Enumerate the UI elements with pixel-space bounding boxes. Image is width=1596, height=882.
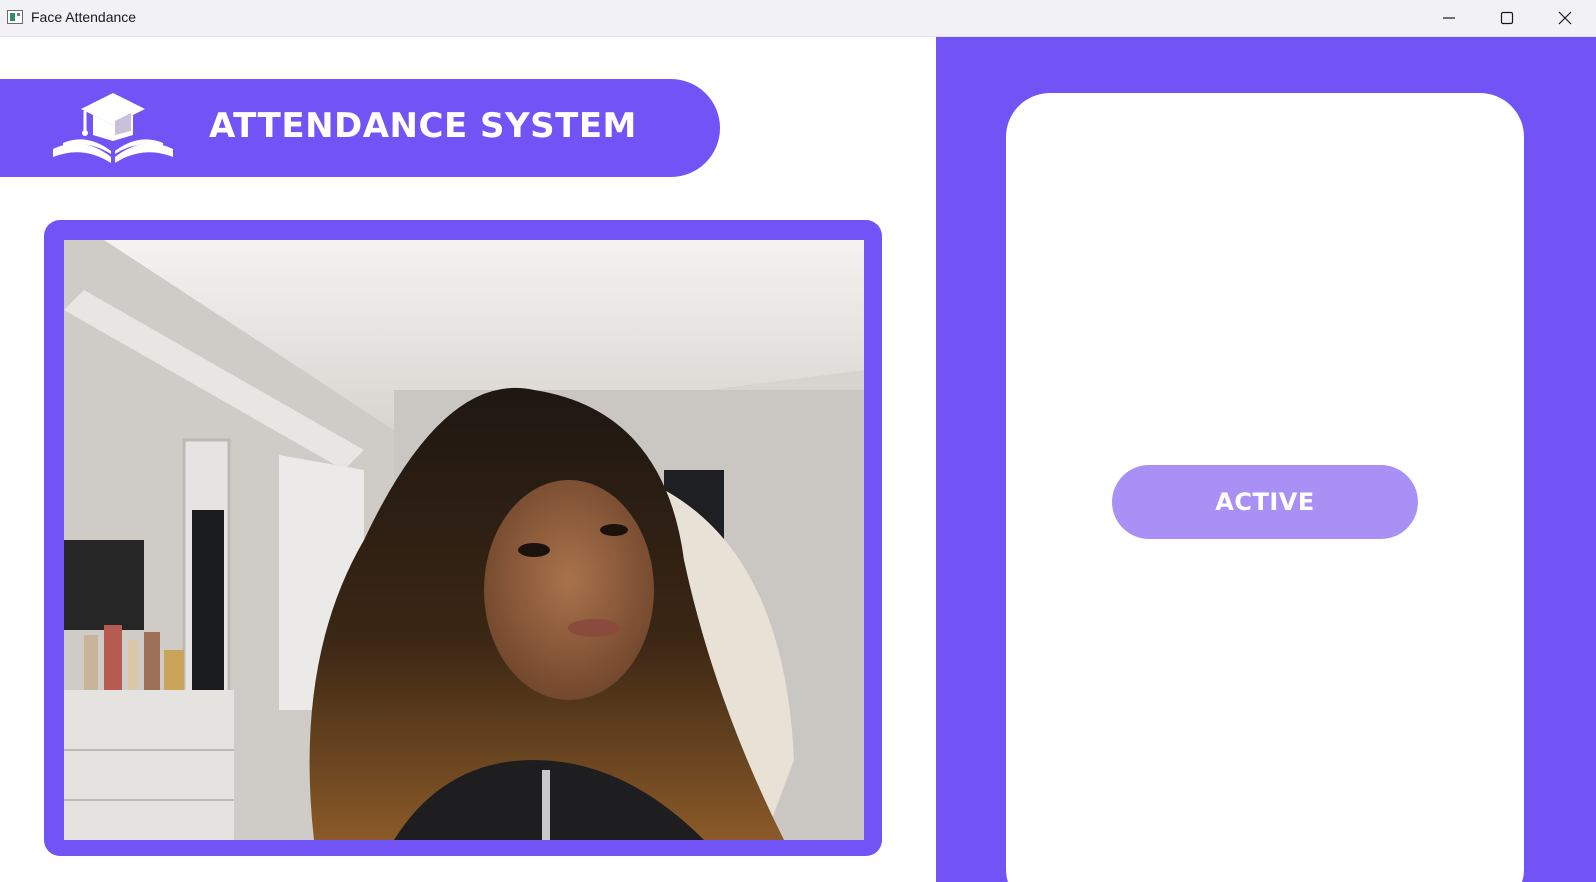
close-icon <box>1558 11 1572 25</box>
status-card: ACTIVE <box>1006 93 1524 882</box>
app-window-icon <box>7 10 23 24</box>
maximize-icon <box>1500 11 1514 25</box>
graduation-cap-book-icon <box>53 93 173 163</box>
app-window: Face Attendance ATTENDANCE SYSTEM ACTIVE <box>0 0 1596 882</box>
close-button[interactable] <box>1536 0 1594 36</box>
webcam-image <box>64 240 864 840</box>
status-badge: ACTIVE <box>1112 465 1418 539</box>
minimize-button[interactable] <box>1420 0 1478 36</box>
window-title: Face Attendance <box>31 9 137 25</box>
title-bar: Face Attendance <box>0 0 1596 37</box>
app-heading: ATTENDANCE SYSTEM <box>209 106 637 146</box>
header-banner: ATTENDANCE SYSTEM <box>0 79 720 177</box>
minimize-icon <box>1443 17 1455 19</box>
camera-frame <box>44 220 882 856</box>
status-panel: ACTIVE <box>936 37 1596 882</box>
maximize-button[interactable] <box>1478 0 1536 36</box>
webcam-feed <box>64 240 864 840</box>
status-label: ACTIVE <box>1215 488 1315 516</box>
